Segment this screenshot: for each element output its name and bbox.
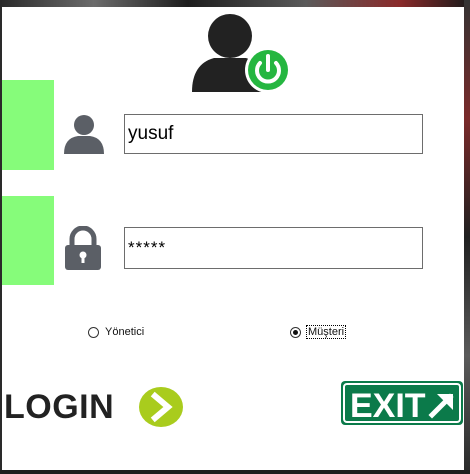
password-input[interactable] — [124, 227, 423, 269]
login-button[interactable]: LOGIN — [4, 384, 184, 430]
arrow-up-right-icon — [428, 390, 456, 419]
exit-button[interactable]: EXIT — [340, 380, 464, 426]
radio-circle-icon[interactable] — [88, 326, 99, 338]
background-frame-bottom — [0, 470, 470, 474]
lock-icon — [65, 226, 101, 270]
exit-label: EXIT — [350, 387, 426, 425]
role-radio-musteri[interactable]: Müşteri — [290, 325, 347, 339]
background-frame-right — [464, 0, 470, 474]
chevron-right-icon — [139, 387, 183, 427]
radio-selected-icon[interactable] — [290, 326, 301, 338]
background-frame-top — [0, 0, 470, 7]
login-label: LOGIN — [4, 388, 115, 426]
role-radio-yonetici[interactable]: Yönetici — [88, 326, 144, 338]
role-option-label: Müşteri — [305, 325, 347, 339]
user-icon — [64, 115, 104, 154]
username-input[interactable] — [124, 114, 423, 154]
user-power-icon — [192, 14, 291, 93]
role-option-label: Yönetici — [105, 326, 145, 338]
password-accent-block — [2, 196, 54, 285]
username-accent-block — [2, 80, 54, 170]
